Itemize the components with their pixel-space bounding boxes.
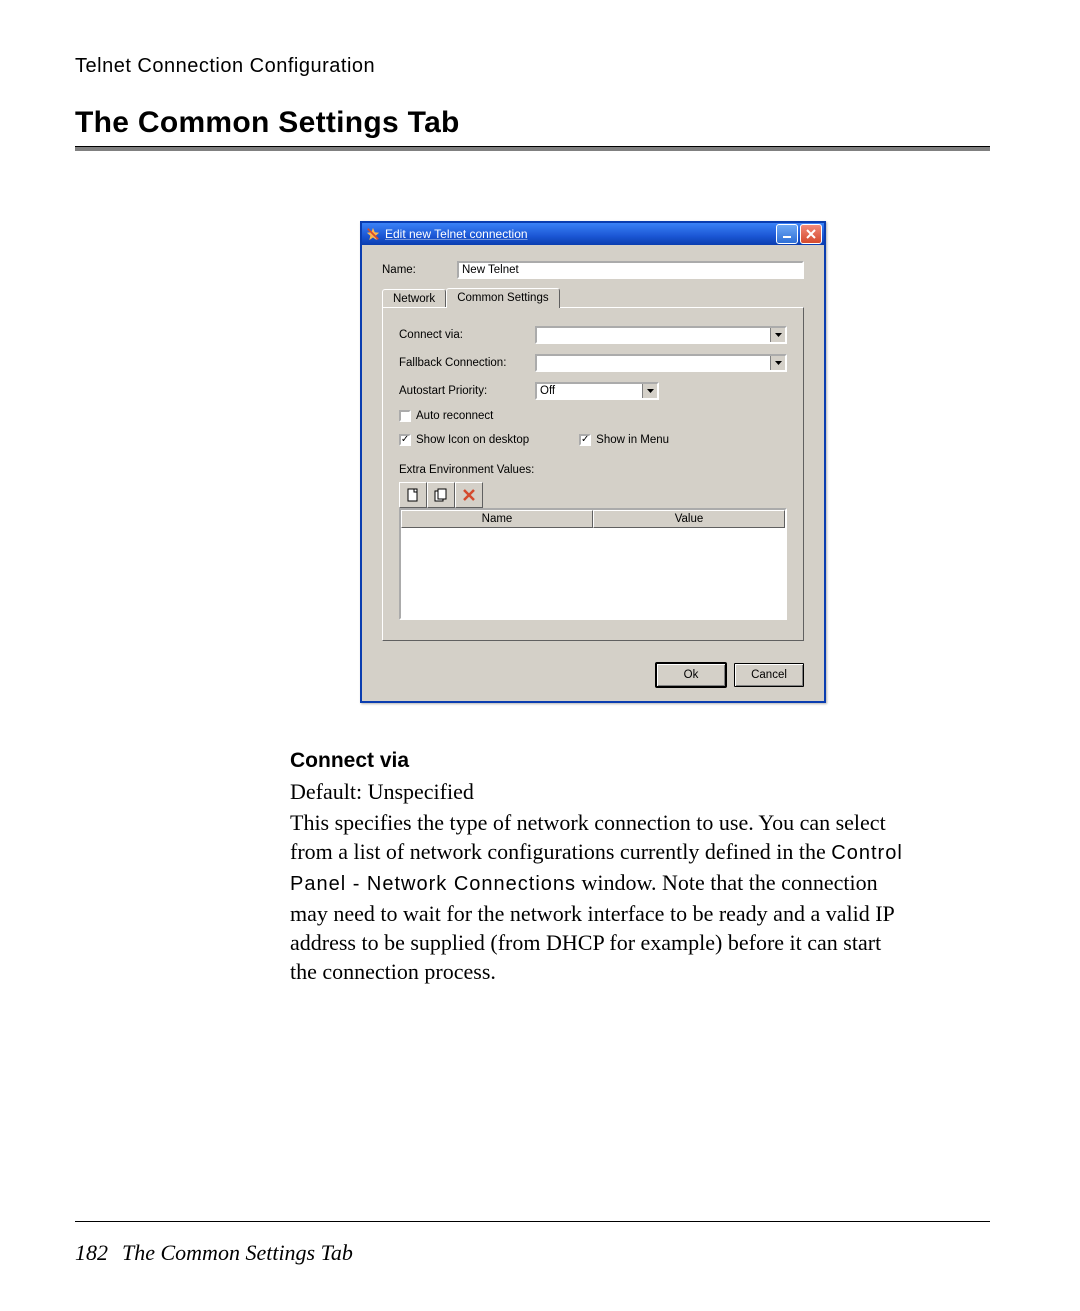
show-icon-checkbox[interactable] [399, 434, 411, 446]
close-button[interactable] [800, 224, 822, 244]
env-toolbar [399, 482, 787, 508]
app-icon [365, 226, 381, 242]
copy-item-button[interactable] [427, 482, 455, 508]
delete-item-button[interactable] [455, 482, 483, 508]
name-input[interactable]: New Telnet [457, 261, 804, 279]
title-divider [75, 146, 990, 151]
show-menu-label: Show in Menu [596, 434, 669, 446]
show-icon-label: Show Icon on desktop [416, 434, 529, 446]
chevron-down-icon [770, 356, 785, 370]
auto-reconnect-label: Auto reconnect [416, 410, 493, 422]
desc-default: Default: Unspecified [290, 777, 910, 806]
breadcrumb-text: Telnet Connection Configuration [75, 55, 990, 78]
tab-panel: Connect via: Fallback Connection: [382, 307, 804, 641]
fallback-dropdown[interactable] [535, 354, 787, 372]
connect-via-dropdown[interactable] [535, 326, 787, 344]
env-col-value[interactable]: Value [593, 510, 785, 528]
connect-via-label: Connect via: [399, 329, 535, 341]
minimize-button[interactable] [776, 224, 798, 244]
titlebar[interactable]: Edit new Telnet connection [362, 223, 824, 245]
env-values-label: Extra Environment Values: [399, 464, 787, 476]
autostart-label: Autostart Priority: [399, 385, 535, 397]
chevron-down-icon [642, 384, 657, 398]
fallback-label: Fallback Connection: [399, 357, 535, 369]
desc-body: This specifies the type of network conne… [290, 808, 910, 986]
page-number: 182 [75, 1240, 108, 1266]
env-col-name[interactable]: Name [401, 510, 593, 528]
titlebar-text: Edit new Telnet connection [385, 227, 776, 241]
tab-common-settings[interactable]: Common Settings [446, 288, 559, 308]
dialog-window: Edit new Telnet connection Name: New Tel… [360, 221, 826, 703]
page-title: The Common Settings Tab [75, 106, 990, 140]
footer-title: The Common Settings Tab [122, 1240, 353, 1266]
new-item-button[interactable] [399, 482, 427, 508]
ok-button[interactable]: Ok [656, 663, 726, 687]
footer-divider [75, 1221, 990, 1222]
desc-heading: Connect via [290, 749, 910, 773]
chevron-down-icon [770, 328, 785, 342]
show-menu-checkbox[interactable] [579, 434, 591, 446]
auto-reconnect-checkbox[interactable] [399, 410, 411, 422]
name-label: Name: [382, 264, 457, 276]
autostart-dropdown[interactable]: Off [535, 382, 659, 400]
env-table[interactable]: Name Value [399, 508, 787, 620]
env-table-body[interactable] [401, 528, 785, 618]
tab-bar: Network Common Settings [382, 287, 804, 307]
cancel-button[interactable]: Cancel [734, 663, 804, 687]
tab-network[interactable]: Network [382, 289, 446, 307]
